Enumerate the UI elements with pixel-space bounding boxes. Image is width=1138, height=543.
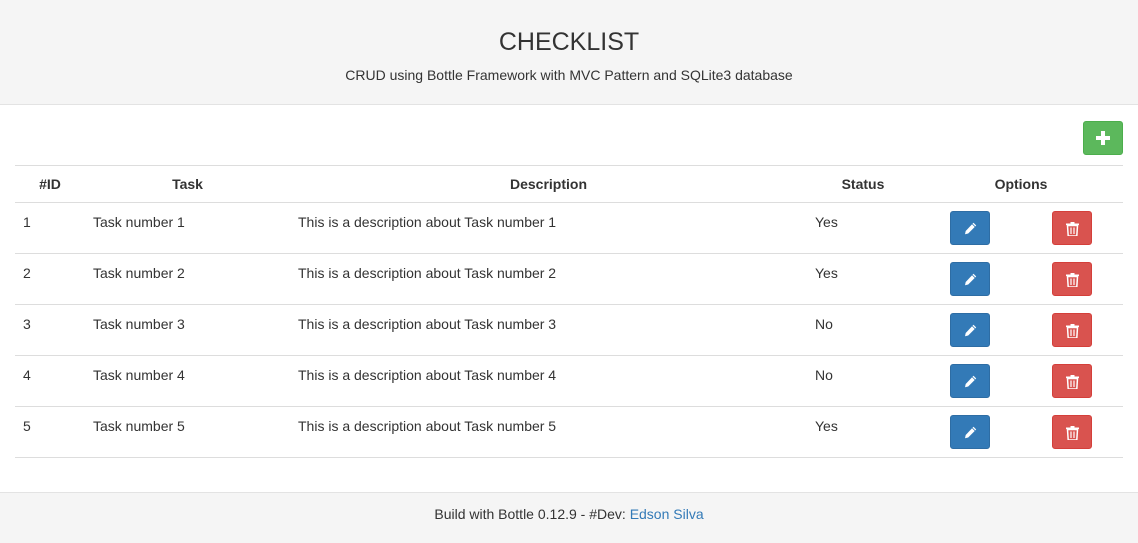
table-row: 1 Task number 1 This is a description abou… (15, 202, 1124, 254)
edit-button[interactable] (950, 364, 990, 398)
trash-icon (1066, 273, 1079, 287)
table-header-row: #ID Task Description Status Options (15, 165, 1124, 203)
pencil-icon (965, 273, 977, 286)
trash-icon (1066, 324, 1079, 338)
cell-task: Task number 5 (85, 406, 290, 458)
column-header-id: #ID (15, 165, 85, 203)
cell-status: No (807, 304, 919, 356)
cell-edit (919, 355, 1021, 407)
cell-delete (1021, 406, 1124, 458)
cell-edit (919, 202, 1021, 254)
edit-button[interactable] (950, 211, 990, 245)
cell-description: This is a description about Task number … (290, 253, 807, 305)
cell-edit (919, 253, 1021, 305)
edit-button[interactable] (950, 313, 990, 347)
cell-delete (1021, 202, 1124, 254)
footer-text: Build with Bottle 0.12.9 - #Dev: (434, 506, 630, 522)
column-header-status: Status (807, 165, 919, 203)
edit-button[interactable] (950, 415, 990, 449)
cell-status: Yes (807, 202, 919, 254)
cell-delete (1021, 355, 1124, 407)
cell-id: 5 (15, 406, 85, 458)
cell-description: This is a description about Task number … (290, 406, 807, 458)
delete-button[interactable] (1052, 364, 1092, 398)
cell-description: This is a description about Task number … (290, 202, 807, 254)
cell-status: Yes (807, 253, 919, 305)
table-row: 2 Task number 2 This is a description abou… (15, 253, 1124, 305)
cell-task: Task number 3 (85, 304, 290, 356)
cell-status: Yes (807, 406, 919, 458)
table-row: 3 Task number 3 This is a description abou… (15, 304, 1124, 356)
pencil-icon (965, 426, 977, 439)
tasks-table: #ID Task Description Status Options 1 Tas… (15, 165, 1124, 458)
trash-icon (1066, 375, 1079, 389)
page-subtitle: CRUD using Bottle Framework with MVC Pat… (345, 67, 793, 83)
cell-edit (919, 304, 1021, 356)
plus-icon (1096, 131, 1110, 145)
cell-task: Task number 4 (85, 355, 290, 407)
cell-delete (1021, 253, 1124, 305)
cell-description: This is a description about Task number … (290, 304, 807, 356)
table-row: 4 Task number 4 This is a description abou… (15, 355, 1124, 407)
cell-task: Task number 1 (85, 202, 290, 254)
edit-button[interactable] (950, 262, 990, 296)
trash-icon (1066, 426, 1079, 440)
pencil-icon (965, 324, 977, 337)
cell-delete (1021, 304, 1124, 356)
delete-button[interactable] (1052, 415, 1092, 449)
pencil-icon (965, 375, 977, 388)
cell-edit (919, 406, 1021, 458)
column-header-task: Task (85, 165, 290, 203)
column-header-description: Description (290, 165, 807, 203)
trash-icon (1066, 222, 1079, 236)
cell-id: 2 (15, 253, 85, 305)
delete-button[interactable] (1052, 262, 1092, 296)
pencil-icon (965, 222, 977, 235)
cell-task: Task number 2 (85, 253, 290, 305)
delete-button[interactable] (1052, 313, 1092, 347)
cell-description: This is a description about Task number … (290, 355, 807, 407)
delete-button[interactable] (1052, 211, 1092, 245)
page-footer: Build with Bottle 0.12.9 - #Dev: Edson S… (0, 492, 1138, 543)
add-task-button[interactable] (1083, 121, 1123, 155)
column-header-options: Options (919, 165, 1124, 203)
author-link[interactable]: Edson Silva (630, 506, 704, 522)
cell-id: 3 (15, 304, 85, 356)
cell-id: 1 (15, 202, 85, 254)
cell-status: No (807, 355, 919, 407)
cell-id: 4 (15, 355, 85, 407)
page-header: CHECKLIST CRUD using Bottle Framework wi… (0, 0, 1138, 105)
table-row: 5 Task number 5 This is a description abou… (15, 406, 1124, 458)
page-title: CHECKLIST (498, 28, 640, 56)
